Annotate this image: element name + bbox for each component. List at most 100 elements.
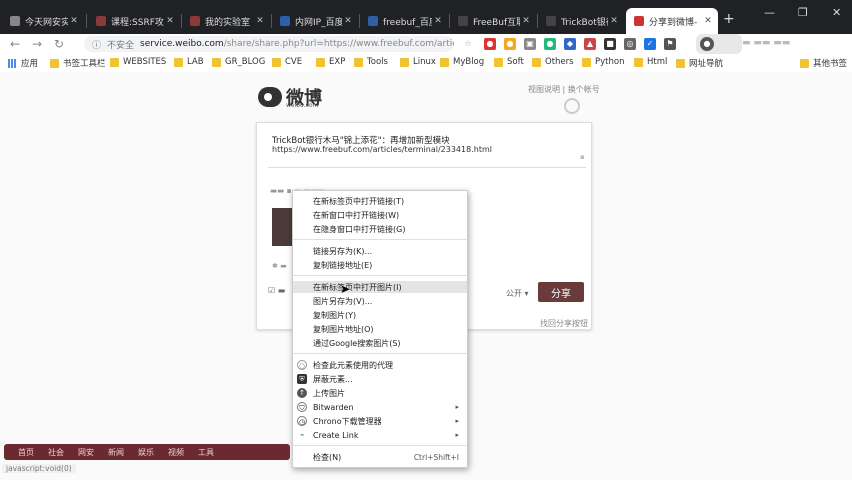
menu-item-copy-link-address[interactable]: 复制链接地址(E) — [293, 259, 467, 271]
weibo-logo[interactable]: 微博 weibo.com — [258, 84, 322, 110]
close-icon[interactable]: ✕ — [432, 16, 444, 26]
close-icon[interactable]: ✕ — [608, 16, 620, 26]
menu-item-inspect[interactable]: 检查(N) Ctrl+Shift+I — [293, 451, 467, 463]
settings-sun-icon[interactable] — [564, 98, 580, 114]
chrono-icon: ◷ — [297, 416, 307, 426]
close-icon[interactable]: ✕ — [342, 16, 354, 26]
minimize-icon[interactable]: — — [764, 6, 775, 19]
tab-2[interactable]: 课程:SSRF攻 ✕ — [88, 8, 180, 34]
close-icon[interactable]: ✕ — [254, 16, 266, 26]
extension-icon[interactable]: ✓ — [644, 38, 656, 50]
image-thumbnail[interactable] — [272, 208, 292, 246]
bottom-nav-item[interactable]: 娱乐 — [138, 447, 154, 458]
extension-icon[interactable]: ◎ — [624, 38, 636, 50]
menu-item-copy-image-address[interactable]: 复制图片地址(O) — [293, 323, 467, 335]
bookmark-folder[interactable]: Soft — [494, 57, 524, 67]
extension-icon[interactable]: ⚑ — [664, 38, 676, 50]
menu-item-check-proxy[interactable]: ◌ 检查此元素使用的代理 — [293, 359, 467, 371]
bookmark-folder[interactable]: CVE — [272, 57, 302, 67]
bookmark-folder[interactable]: Linux — [400, 57, 436, 67]
menu-item-save-image-as[interactable]: 图片另存为(V)... — [293, 295, 467, 307]
bottom-nav-item[interactable]: 社会 — [48, 447, 64, 458]
bookmark-folder[interactable]: Python — [582, 57, 624, 67]
menu-item-bitwarden[interactable]: ⛉ Bitwarden ▸ — [293, 401, 467, 413]
profile-button[interactable]: ● — [696, 34, 742, 54]
bookmark-folder[interactable]: 其他书签 — [800, 57, 847, 69]
folder-icon — [212, 57, 221, 67]
extension-icon[interactable]: ▣ — [524, 38, 536, 50]
folder-icon — [494, 57, 503, 67]
menu-item-open-link-new-window[interactable]: 在新窗口中打开链接(W) — [293, 209, 467, 221]
extension-icon[interactable]: ◆ — [564, 38, 576, 50]
bookmarks-bar: 应用 书签工具栏 WEBSITES LAB GR_BLOG CVE EXP To… — [0, 54, 852, 73]
tab-3[interactable]: 我的实验室 ✕ — [182, 8, 270, 34]
tab-6[interactable]: FreeBuf互联 ✕ — [450, 8, 536, 34]
share-text-url[interactable]: https://www.freebuf.com/articles/termina… — [272, 145, 492, 154]
bottom-nav-item[interactable]: 新闻 — [108, 447, 124, 458]
extension-icon[interactable]: ▲ — [584, 38, 596, 50]
tab-5[interactable]: freebuf_百度 ✕ — [360, 8, 448, 34]
divider — [268, 167, 586, 168]
menu-item-open-link-incognito[interactable]: 在隐身窗口中打开链接(G) — [293, 223, 467, 235]
bookmark-folder[interactable]: GR_BLOG — [212, 57, 265, 67]
tab-1[interactable]: 今天网安实验 ✕ — [2, 8, 84, 34]
menu-item-open-image-new-tab[interactable]: 在新标签页中打开图片(I) — [293, 281, 467, 293]
close-icon[interactable]: ✕ — [68, 16, 80, 26]
bookmark-folder[interactable]: Html — [634, 57, 667, 67]
menu-item-chrono[interactable]: ◷ Chrono下载管理器 ▸ — [293, 415, 467, 427]
close-window-icon[interactable]: ✕ — [832, 6, 841, 19]
star-icon[interactable]: ☆ — [462, 38, 474, 50]
bookmark-apps[interactable]: 应用 — [8, 57, 38, 69]
bookmark-folder[interactable]: MyBlog — [440, 57, 484, 67]
extension-icon[interactable]: ● — [484, 38, 496, 50]
tab-7[interactable]: TrickBot银行 ✕ — [538, 8, 624, 34]
tab-8-active[interactable]: 分享到微博- ✕ — [626, 8, 718, 34]
extension-icon[interactable]: ● — [504, 38, 516, 50]
maximize-icon[interactable]: ❐ — [798, 6, 808, 19]
extension-icon[interactable]: ● — [544, 38, 556, 50]
folder-icon — [400, 57, 409, 67]
bookmark-folder[interactable]: WEBSITES — [110, 57, 166, 67]
bottom-nav-item[interactable]: 工具 — [198, 447, 214, 458]
back-icon[interactable]: ← — [10, 37, 20, 51]
upload-icon: ↑ — [297, 388, 307, 398]
account-links[interactable]: 视图说明 | 换个帐号 — [528, 84, 600, 95]
visibility-select[interactable]: 公开 ▾ — [506, 288, 529, 299]
reload-icon[interactable]: ↻ — [54, 37, 64, 51]
extension-icon[interactable]: ■ — [604, 38, 616, 50]
menu-item-copy-image[interactable]: 复制图片(Y) — [293, 309, 467, 321]
bookmark-folder[interactable]: Others — [532, 57, 574, 67]
forward-icon[interactable]: → — [32, 37, 42, 51]
folder-icon — [272, 57, 281, 67]
menu-item-save-link-as[interactable]: 链接另存为(K)... — [293, 245, 467, 257]
folder-icon — [532, 57, 541, 67]
close-icon[interactable]: ✕ — [164, 16, 176, 26]
info-icon[interactable]: ⓘ — [92, 38, 101, 51]
menu-item-upload-image[interactable]: ↑ 上传图片 — [293, 387, 467, 399]
find-share-button-link[interactable]: 找回分享按钮 — [540, 318, 588, 329]
bookmark-folder[interactable]: Tools — [354, 57, 388, 67]
address-bar[interactable]: ⓘ 不安全 service.weibo.com /share/share.php… — [84, 36, 454, 52]
sync-checkbox[interactable]: ☑ ▬ — [268, 286, 285, 295]
bookmark-folder[interactable]: EXP — [316, 57, 345, 67]
close-icon[interactable]: ✕ — [702, 16, 714, 26]
faded-overlay-text: ▬ ▬▬ ▬▬ — [742, 38, 791, 48]
tab-4[interactable]: 内网IP_百度 ✕ — [272, 8, 358, 34]
menu-item-search-google-image[interactable]: 通过Google搜索图片(S) — [293, 337, 467, 349]
bookmark-folder[interactable]: LAB — [174, 57, 204, 67]
close-icon[interactable]: ✕ — [520, 16, 532, 26]
tab-favicon-icon — [280, 16, 290, 26]
bookmark-folder[interactable]: 书签工具栏 — [50, 57, 106, 69]
bottom-nav-item[interactable]: 首页 — [18, 447, 34, 458]
weibo-eye-icon — [258, 87, 282, 107]
context-menu: 在新标签页中打开链接(T) 在新窗口中打开链接(W) 在隐身窗口中打开链接(G)… — [292, 190, 468, 468]
share-button[interactable]: 分享 — [538, 282, 584, 302]
menu-item-open-link-new-tab[interactable]: 在新标签页中打开链接(T) — [293, 195, 467, 207]
bookmark-folder[interactable]: 网址导航 — [676, 57, 723, 69]
bottom-nav-item[interactable]: 视频 — [168, 447, 184, 458]
adblock-shield-icon: ⛨ — [297, 374, 307, 384]
bottom-nav-item[interactable]: 网安 — [78, 447, 94, 458]
new-tab-button[interactable]: + — [723, 11, 735, 27]
menu-item-create-link[interactable]: ⌁ Create Link ▸ — [293, 429, 467, 441]
menu-item-block-element[interactable]: ⛨ 屏蔽元素... — [293, 373, 467, 385]
